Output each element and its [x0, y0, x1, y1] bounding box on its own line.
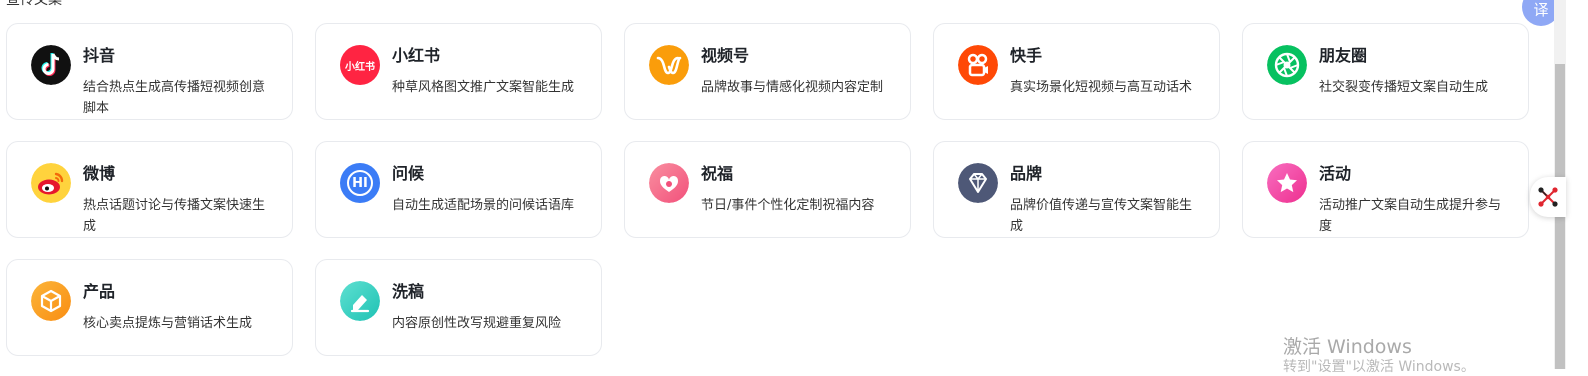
card-title: 活动 — [1319, 164, 1352, 183]
card-title: 祝福 — [701, 164, 734, 183]
floating-tool-button[interactable] — [1530, 177, 1566, 217]
network-nodes-icon — [1538, 187, 1558, 207]
card-title: 快手 — [1010, 46, 1043, 65]
windows-activation-hint: 转到"设置"以激活 Windows。 — [1283, 359, 1475, 375]
card-description: 自动生成适配场景的问候话语库 — [392, 198, 575, 213]
card-title: 产品 — [83, 282, 116, 301]
xiaohongshu-icon: 小红书 — [340, 45, 380, 85]
card-title: 微博 — [83, 164, 116, 183]
card-kuaishou[interactable]: 快手真实场景化短视频与高互动话术 — [933, 23, 1220, 120]
xiaohongshu-icon-text: 小红书 — [345, 61, 375, 73]
card-title: 视频号 — [701, 46, 750, 65]
shipinhao-icon — [649, 45, 689, 85]
card-rewrite-eraser[interactable]: 洗稿内容原创性改写规避重复风险 — [315, 259, 602, 356]
card-description: 结合热点生成高传播短视频创意脚本 — [83, 80, 266, 116]
card-title: 洗稿 — [392, 282, 425, 301]
card-product-cube[interactable]: 产品核心卖点提炼与营销话术生成 — [6, 259, 293, 356]
greeting-icon-text: HI — [347, 170, 373, 196]
brand-diamond-icon — [958, 163, 998, 203]
card-title: 品牌 — [1010, 164, 1043, 183]
windows-activation-title: 激活 Windows — [1283, 336, 1412, 358]
card-title: 抖音 — [83, 46, 116, 65]
card-description: 活动推广文案自动生成提升参与度 — [1319, 198, 1502, 234]
section-title: 宣传文案 — [6, 0, 62, 8]
card-douyin[interactable]: 抖音结合热点生成高传播短视频创意脚本 — [6, 23, 293, 120]
greeting-icon: HI — [340, 163, 380, 203]
card-weibo[interactable]: 微博热点话题讨论与传播文案快速生成 — [6, 141, 293, 238]
weibo-icon — [31, 163, 71, 203]
card-description: 品牌价值传递与宣传文案智能生成 — [1010, 198, 1193, 234]
card-description: 品牌故事与情感化视频内容定制 — [701, 80, 884, 95]
card-description: 核心卖点提炼与营销话术生成 — [83, 316, 253, 331]
card-description: 节日/事件个性化定制祝福内容 — [701, 198, 875, 213]
card-description: 热点话题讨论与传播文案快速生成 — [83, 198, 266, 234]
kuaishou-icon — [958, 45, 998, 85]
moments-icon — [1267, 45, 1307, 85]
card-title: 小红书 — [392, 46, 441, 65]
card-description: 内容原创性改写规避重复风险 — [392, 316, 562, 331]
card-activity-star[interactable]: 活动活动推广文案自动生成提升参与度 — [1242, 141, 1529, 238]
blessing-icon — [649, 163, 689, 203]
card-brand-diamond[interactable]: 品牌品牌价值传递与宣传文案智能生成 — [933, 141, 1220, 238]
card-moments[interactable]: 朋友圈社交裂变传播短文案自动生成 — [1242, 23, 1529, 120]
card-blessing[interactable]: 祝福节日/事件个性化定制祝福内容 — [624, 141, 911, 238]
card-title: 朋友圈 — [1319, 46, 1368, 65]
card-title: 问候 — [392, 164, 425, 183]
card-description: 真实场景化短视频与高互动话术 — [1010, 80, 1193, 95]
card-xiaohongshu[interactable]: 小红书 小红书 种草风格图文推广文案智能生成 — [315, 23, 602, 120]
card-shipinhao[interactable]: 视频号品牌故事与情感化视频内容定制 — [624, 23, 911, 120]
card-greeting[interactable]: HI 问候自动生成适配场景的问候话语库 — [315, 141, 602, 238]
rewrite-eraser-icon — [340, 281, 380, 321]
douyin-icon — [31, 45, 71, 85]
activity-star-icon — [1267, 163, 1307, 203]
card-description: 社交裂变传播短文案自动生成 — [1319, 80, 1489, 95]
product-cube-icon — [31, 281, 71, 321]
card-description: 种草风格图文推广文案智能生成 — [392, 80, 575, 95]
